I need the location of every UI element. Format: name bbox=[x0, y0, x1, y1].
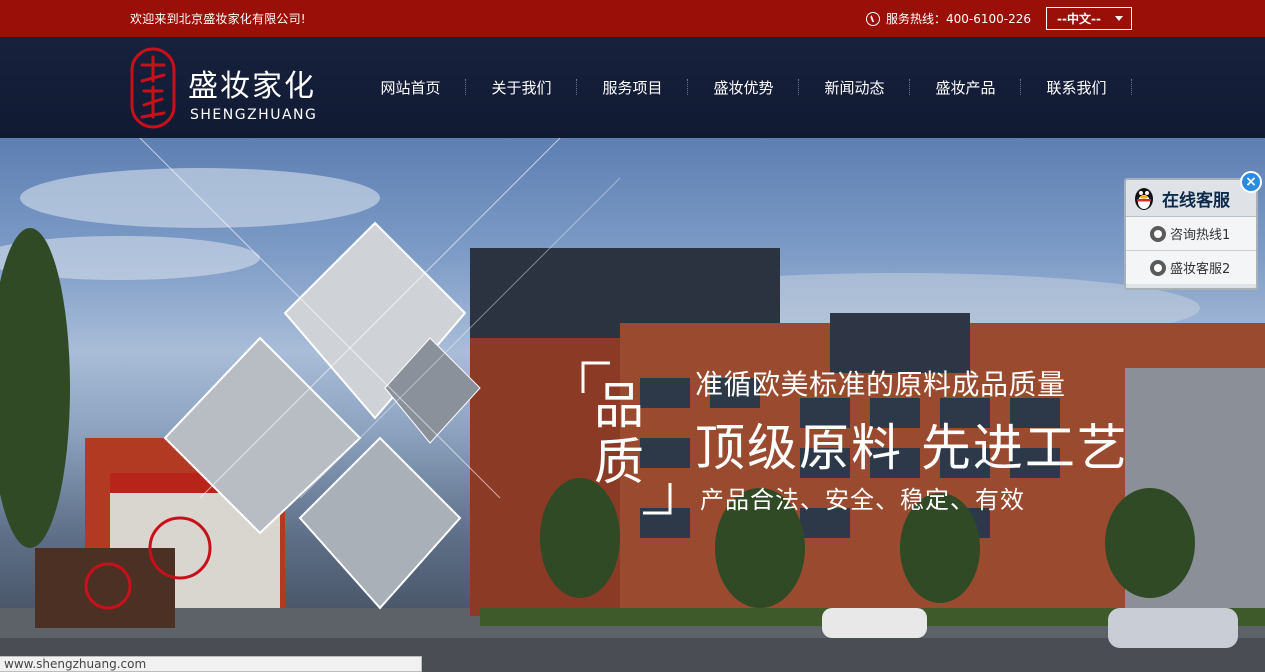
nav-services[interactable]: 服务项目 bbox=[577, 77, 688, 98]
hero-banner[interactable]: 品质 准循欧美标准的原料成品质量 顶级原料 先进工艺 产品合法、安全、稳定、有效 bbox=[0, 138, 1265, 672]
nav-advantages[interactable]: 盛妆优势 bbox=[688, 77, 799, 98]
chat-icon bbox=[1150, 259, 1166, 276]
service-item-label: 咨询热线1 bbox=[1170, 228, 1231, 243]
site-logo[interactable]: 盛妆家化 SHENGZHUANG bbox=[130, 47, 330, 131]
hotline: 服务热线：400-6100-226 bbox=[866, 10, 1031, 27]
welcome-text: 欢迎来到北京盛妆家化有限公司! bbox=[130, 12, 306, 26]
phone-icon bbox=[866, 11, 880, 26]
service-item-hotline[interactable]: 咨询热线1 bbox=[1126, 217, 1256, 251]
logo-name-cn: 盛妆家化 bbox=[188, 69, 316, 104]
service-header: 在线客服 bbox=[1126, 180, 1256, 217]
hotline-text: 服务热线：400-6100-226 bbox=[886, 12, 1032, 26]
slogan-line-2: 顶级原料 先进工艺 bbox=[695, 419, 1129, 477]
chevron-down-icon bbox=[1115, 16, 1123, 21]
nav-about[interactable]: 关于我们 bbox=[466, 77, 577, 98]
qq-penguin-icon bbox=[1135, 188, 1153, 210]
service-title: 在线客服 bbox=[1162, 190, 1230, 211]
header: 盛妆家化 SHENGZHUANG 网站首页 关于我们 服务项目 盛妆优势 新闻动… bbox=[0, 37, 1265, 138]
online-service-panel: 在线客服 咨询热线1 盛妆客服2 bbox=[1124, 178, 1258, 290]
close-icon[interactable]: × bbox=[1240, 171, 1262, 193]
logo-name-en: SHENGZHUANG bbox=[190, 107, 318, 123]
nav-home[interactable]: 网站首页 bbox=[355, 77, 466, 98]
slogan-line-3: 产品合法、安全、稳定、有效 bbox=[700, 486, 1025, 514]
main-nav: 网站首页 关于我们 服务项目 盛妆优势 新闻动态 盛妆产品 联系我们 bbox=[355, 77, 1132, 98]
seal-logo-icon bbox=[130, 47, 176, 129]
language-value: --中文-- bbox=[1057, 12, 1101, 26]
quality-heading: 品质 bbox=[594, 377, 644, 491]
language-select[interactable]: --中文-- bbox=[1046, 7, 1132, 30]
nav-products[interactable]: 盛妆产品 bbox=[910, 77, 1021, 98]
service-item-label: 盛妆客服2 bbox=[1170, 262, 1231, 277]
browser-status-bar: www.shengzhuang.com bbox=[0, 656, 422, 672]
service-item-support[interactable]: 盛妆客服2 bbox=[1126, 251, 1256, 284]
chat-icon bbox=[1150, 225, 1166, 242]
nav-contact[interactable]: 联系我们 bbox=[1021, 77, 1132, 98]
top-bar: 欢迎来到北京盛妆家化有限公司! 服务热线：400-6100-226 --中文-- bbox=[0, 0, 1265, 37]
slogan-line-1: 准循欧美标准的原料成品质量 bbox=[695, 368, 1066, 401]
nav-news[interactable]: 新闻动态 bbox=[799, 77, 910, 98]
